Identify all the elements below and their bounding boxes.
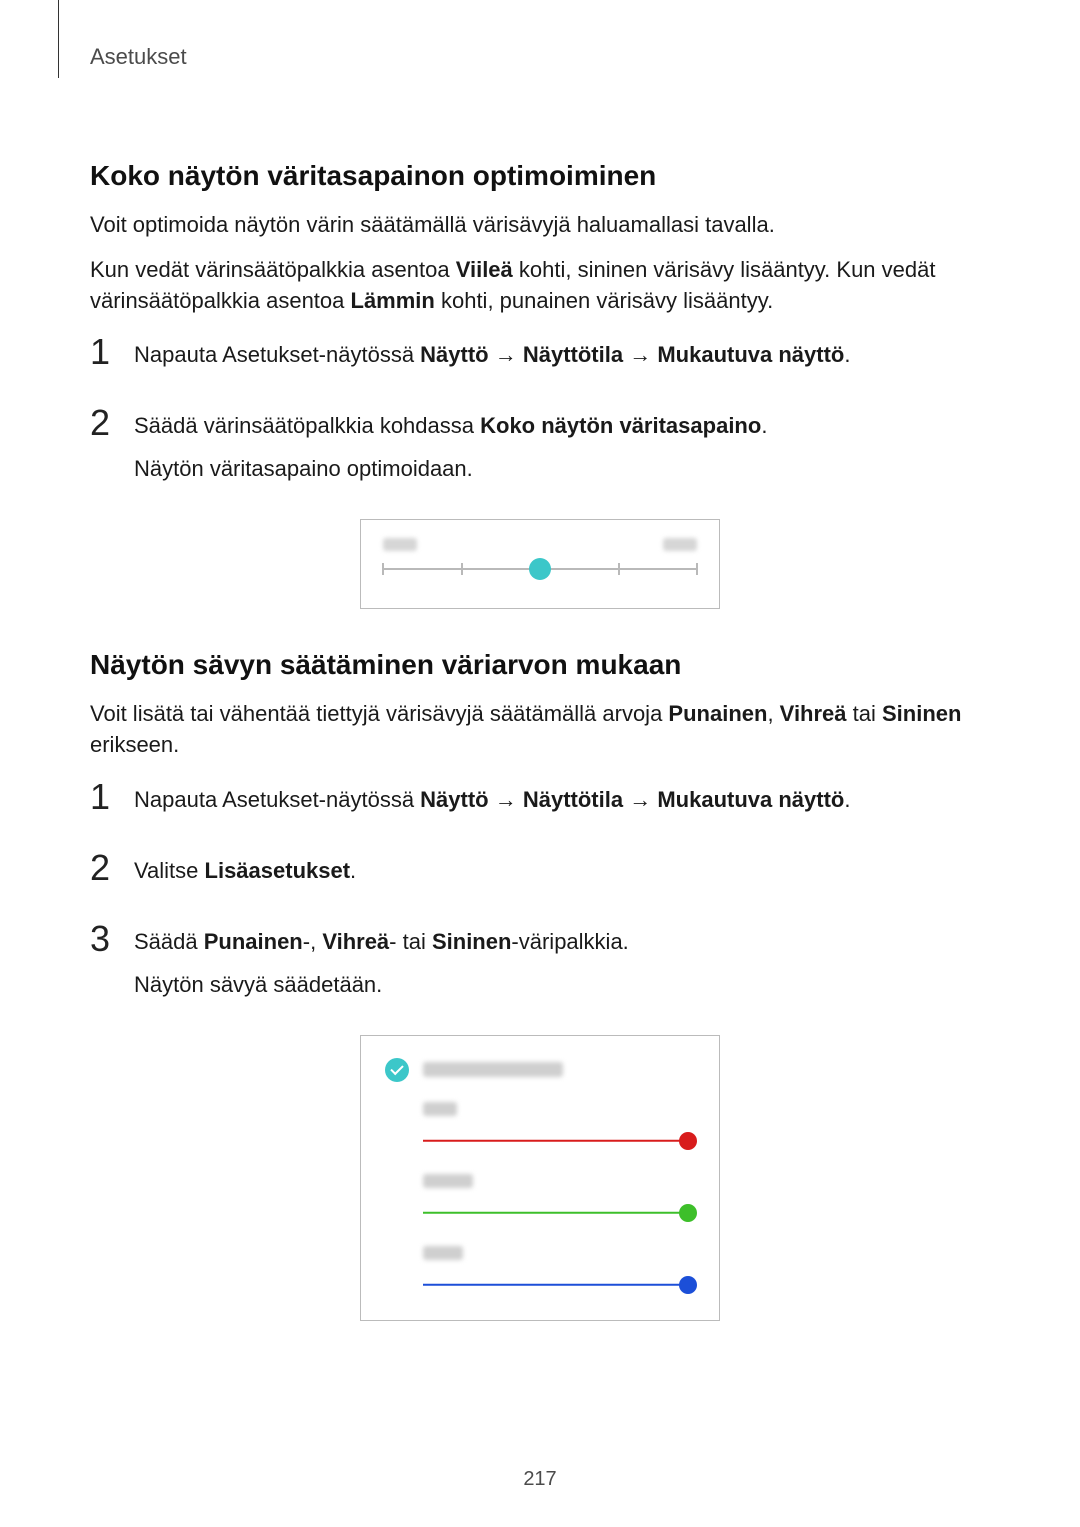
slider-knob[interactable] [529, 558, 551, 580]
text-fragment: . [350, 858, 356, 883]
slider-knob[interactable] [679, 1132, 697, 1150]
text-fragment: Kun vedät värinsäätöpalkkia asentoa [90, 257, 456, 282]
section2-steps: 1 Napauta Asetukset-näytössä Näyttö → Nä… [90, 779, 990, 1011]
arrow-icon: → [489, 342, 523, 367]
bold-nayttotila: Näyttötila [523, 342, 623, 367]
bold-lisaasetukset: Lisäasetukset [205, 858, 351, 883]
text-fragment: Napauta Asetukset-näytössä [134, 342, 420, 367]
arrow-icon: → [623, 787, 657, 812]
step-item: 2 Säädä värinsäätöpalkkia kohdassa Koko … [90, 405, 990, 495]
slider-line [423, 1212, 695, 1215]
text-fragment: - tai [389, 929, 432, 954]
section1-p2: Kun vedät värinsäätöpalkkia asentoa Viil… [90, 255, 990, 317]
step-text: Napauta Asetukset-näytössä Näyttö → Näyt… [134, 334, 990, 381]
bold-mukautuva: Mukautuva näyttö [657, 342, 844, 367]
slider-left-label-blur [383, 538, 417, 551]
slider-line [423, 1140, 695, 1143]
header-divider [58, 0, 59, 78]
advanced-header [385, 1058, 695, 1082]
step-item: 2 Valitse Lisäasetukset. [90, 850, 990, 897]
text-fragment: . [761, 413, 767, 438]
figure-balance-slider [90, 519, 990, 609]
red-slider[interactable] [423, 1134, 695, 1148]
text-fragment: . [844, 342, 850, 367]
bold-vihrea: Vihreä [322, 929, 389, 954]
bold-koko-varitasapaino: Koko näytön väritasapaino [480, 413, 761, 438]
slider-tick [618, 563, 620, 575]
section2-p1: Voit lisätä tai vähentää tiettyjä värisä… [90, 699, 990, 761]
slider-tick [382, 563, 384, 575]
bold-punainen: Punainen [204, 929, 303, 954]
text-fragment: kohti, punainen värisävy lisääntyy. [435, 288, 773, 313]
step-item: 1 Napauta Asetukset-näytössä Näyttö → Nä… [90, 334, 990, 381]
page-number: 217 [0, 1468, 1080, 1491]
bold-naytto: Näyttö [420, 342, 488, 367]
bold-lammin: Lämmin [351, 288, 435, 313]
green-slider[interactable] [423, 1206, 695, 1220]
text-fragment: Voit lisätä tai vähentää tiettyjä värisä… [90, 701, 668, 726]
blue-group [385, 1246, 695, 1292]
breadcrumb: Asetukset [90, 44, 187, 70]
bold-nayttotila: Näyttötila [523, 787, 623, 812]
red-group [385, 1102, 695, 1148]
bold-sininen: Sininen [432, 929, 511, 954]
slider-card [360, 519, 720, 609]
text-fragment: erikseen. [90, 732, 179, 757]
text-fragment: . [844, 787, 850, 812]
bold-punainen: Punainen [668, 701, 767, 726]
text-fragment: Napauta Asetukset-näytössä [134, 787, 420, 812]
arrow-icon: → [489, 787, 523, 812]
figure-rgb-sliders [90, 1035, 990, 1321]
bold-naytto: Näyttö [420, 787, 488, 812]
slider-knob[interactable] [679, 1204, 697, 1222]
step-number: 2 [90, 850, 134, 886]
slider-right-label-blur [663, 538, 697, 551]
text-fragment: , [767, 701, 779, 726]
text-fragment: -, [303, 929, 323, 954]
section1-p1: Voit optimoida näytön värin säätämällä v… [90, 210, 990, 241]
section1-steps: 1 Napauta Asetukset-näytössä Näyttö → Nä… [90, 334, 990, 495]
slider-knob[interactable] [679, 1276, 697, 1294]
text-fragment: Säädä [134, 929, 204, 954]
section-title-1: Koko näytön väritasapainon optimoiminen [90, 160, 990, 192]
green-label-blur [423, 1174, 473, 1188]
advanced-card [360, 1035, 720, 1321]
arrow-icon: → [623, 342, 657, 367]
text-fragment: Säädä värinsäätöpalkkia kohdassa [134, 413, 480, 438]
green-group [385, 1174, 695, 1220]
balance-slider[interactable] [383, 559, 697, 579]
step-number: 1 [90, 334, 134, 370]
step-text: Säädä Punainen-, Vihreä- tai Sininen-vär… [134, 921, 990, 1011]
text-fragment: Valitse [134, 858, 205, 883]
slider-tick [461, 563, 463, 575]
advanced-title-blur [423, 1062, 563, 1077]
section-title-2: Näytön sävyn säätäminen väriarvon mukaan [90, 649, 990, 681]
bold-viilea: Viileä [456, 257, 513, 282]
step-number: 2 [90, 405, 134, 441]
text-fragment: tai [847, 701, 882, 726]
step-extra-text: Näytön sävyä säädetään. [134, 968, 990, 1001]
step-item: 3 Säädä Punainen-, Vihreä- tai Sininen-v… [90, 921, 990, 1011]
text-fragment: -väripalkkia. [511, 929, 628, 954]
step-number: 1 [90, 779, 134, 815]
bold-sininen: Sininen [882, 701, 961, 726]
step-text: Valitse Lisäasetukset. [134, 850, 990, 897]
checkmark-icon[interactable] [385, 1058, 409, 1082]
bold-vihrea: Vihreä [780, 701, 847, 726]
bold-mukautuva: Mukautuva näyttö [657, 787, 844, 812]
red-label-blur [423, 1102, 457, 1116]
step-number: 3 [90, 921, 134, 957]
step-text: Napauta Asetukset-näytössä Näyttö → Näyt… [134, 779, 990, 826]
step-extra-text: Näytön väritasapaino optimoidaan. [134, 452, 990, 485]
slider-tick [696, 563, 698, 575]
blue-label-blur [423, 1246, 463, 1260]
slider-line [423, 1284, 695, 1287]
step-item: 1 Napauta Asetukset-näytössä Näyttö → Nä… [90, 779, 990, 826]
blue-slider[interactable] [423, 1278, 695, 1292]
step-text: Säädä värinsäätöpalkkia kohdassa Koko nä… [134, 405, 990, 495]
